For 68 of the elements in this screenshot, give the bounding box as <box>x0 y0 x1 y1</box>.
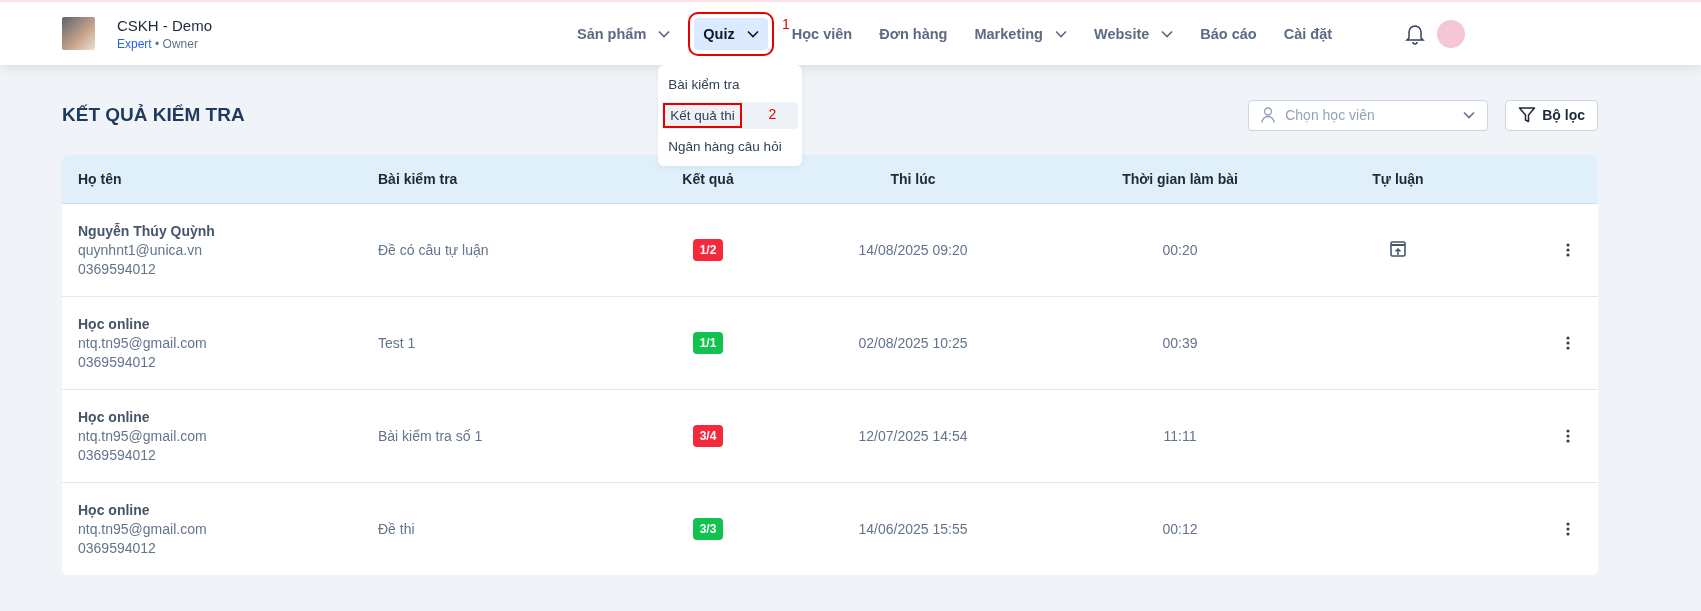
student-search-input[interactable]: Chọn học viên <box>1283 106 1456 124</box>
dropdown-item[interactable]: Bài kiểm tra <box>662 70 799 98</box>
test-name: Test 1 <box>378 335 417 351</box>
student-name: Học online <box>78 500 151 520</box>
student-email: ntq.tn95@gmail.com <box>78 426 208 446</box>
column-header: Thi lúc <box>889 171 937 187</box>
filter-icon <box>1518 106 1537 124</box>
more-vertical-icon <box>1566 429 1570 443</box>
student-name: Học online <box>78 314 151 334</box>
more-options-button[interactable] <box>1564 427 1572 445</box>
student-phone: 0369594012 <box>78 259 157 279</box>
duration: 00:20 <box>1161 242 1199 258</box>
test-name: Bài kiểm tra số 1 <box>378 428 484 444</box>
nav-menu-item[interactable]: Đơn hàng <box>870 17 957 50</box>
nav-menu-item[interactable]: Báo cáo <box>1191 17 1266 50</box>
upload-window-icon[interactable] <box>1390 240 1406 257</box>
student-phone: 0369594012 <box>78 538 157 558</box>
filter-button[interactable]: Bộ lọc <box>1505 99 1598 131</box>
student-email: ntq.tn95@gmail.com <box>78 519 208 539</box>
student-email: ntq.tn95@gmail.com <box>78 333 208 353</box>
duration: 11:11 <box>1162 428 1198 444</box>
taken-at: 14/08/2025 09:20 <box>857 242 969 258</box>
student-name: Học online <box>78 407 151 427</box>
nav-menu-item[interactable]: Sản phẩm <box>568 17 680 50</box>
annotation-number: 2 <box>768 105 777 122</box>
more-vertical-icon <box>1566 336 1570 350</box>
student-name: Nguyễn Thúy Quỳnh <box>78 221 216 241</box>
test-name: Đề có câu tự luận <box>378 242 490 258</box>
student-select[interactable]: Chọn học viên <box>1248 99 1489 131</box>
student-phone: 0369594012 <box>78 445 157 465</box>
student-email: quynhnt1@unica.vn <box>78 240 203 260</box>
logo-photo-placeholder <box>62 17 95 50</box>
more-options-button[interactable] <box>1564 520 1572 538</box>
annotation-number: 1 <box>781 15 790 32</box>
score-badge: 3/3 <box>692 518 724 540</box>
more-vertical-icon <box>1566 522 1570 536</box>
student-phone: 0369594012 <box>78 352 157 372</box>
column-header: Họ tên <box>77 171 123 187</box>
taken-at: 02/08/2025 10:25 <box>857 335 969 351</box>
column-header: Thời gian làm bài <box>1121 171 1239 187</box>
account-role: Expert • Owner <box>117 36 199 51</box>
page-title: KẾT QUẢ KIỂM TRA <box>62 104 245 126</box>
nav-menu-item[interactable]: Cài đặt <box>1274 17 1342 50</box>
chevron-down-icon <box>1161 29 1174 38</box>
chevron-down-icon <box>1054 29 1067 38</box>
column-header: Bài kiểm tra <box>378 171 459 187</box>
chevron-down-icon <box>658 29 671 38</box>
more-options-button[interactable] <box>1564 241 1572 259</box>
score-badge: 3/4 <box>692 425 724 447</box>
nav-menu-item[interactable]: Website <box>1084 17 1183 50</box>
column-header: Kết quả <box>681 171 735 187</box>
more-options-button[interactable] <box>1564 334 1572 352</box>
duration: 00:12 <box>1161 521 1199 537</box>
nav-menu-item[interactable]: Marketing <box>965 17 1076 50</box>
more-vertical-icon <box>1566 243 1570 257</box>
duration: 00:39 <box>1161 335 1199 351</box>
brand-title: CSKH - Demo <box>117 16 213 34</box>
chevron-down-icon <box>746 29 759 38</box>
test-name: Đề thi <box>378 521 416 537</box>
user-icon <box>1261 107 1276 123</box>
taken-at: 14/06/2025 15:55 <box>857 521 969 537</box>
dropdown-item[interactable]: Ngân hàng câu hỏi <box>662 132 799 160</box>
notification-bell-icon[interactable] <box>1405 22 1425 45</box>
score-badge: 1/1 <box>692 332 724 354</box>
score-badge: 1/2 <box>692 239 724 261</box>
taken-at: 12/07/2025 14:54 <box>857 428 969 444</box>
chevron-down-icon <box>1463 111 1476 119</box>
column-header: Tự luận <box>1371 171 1425 187</box>
